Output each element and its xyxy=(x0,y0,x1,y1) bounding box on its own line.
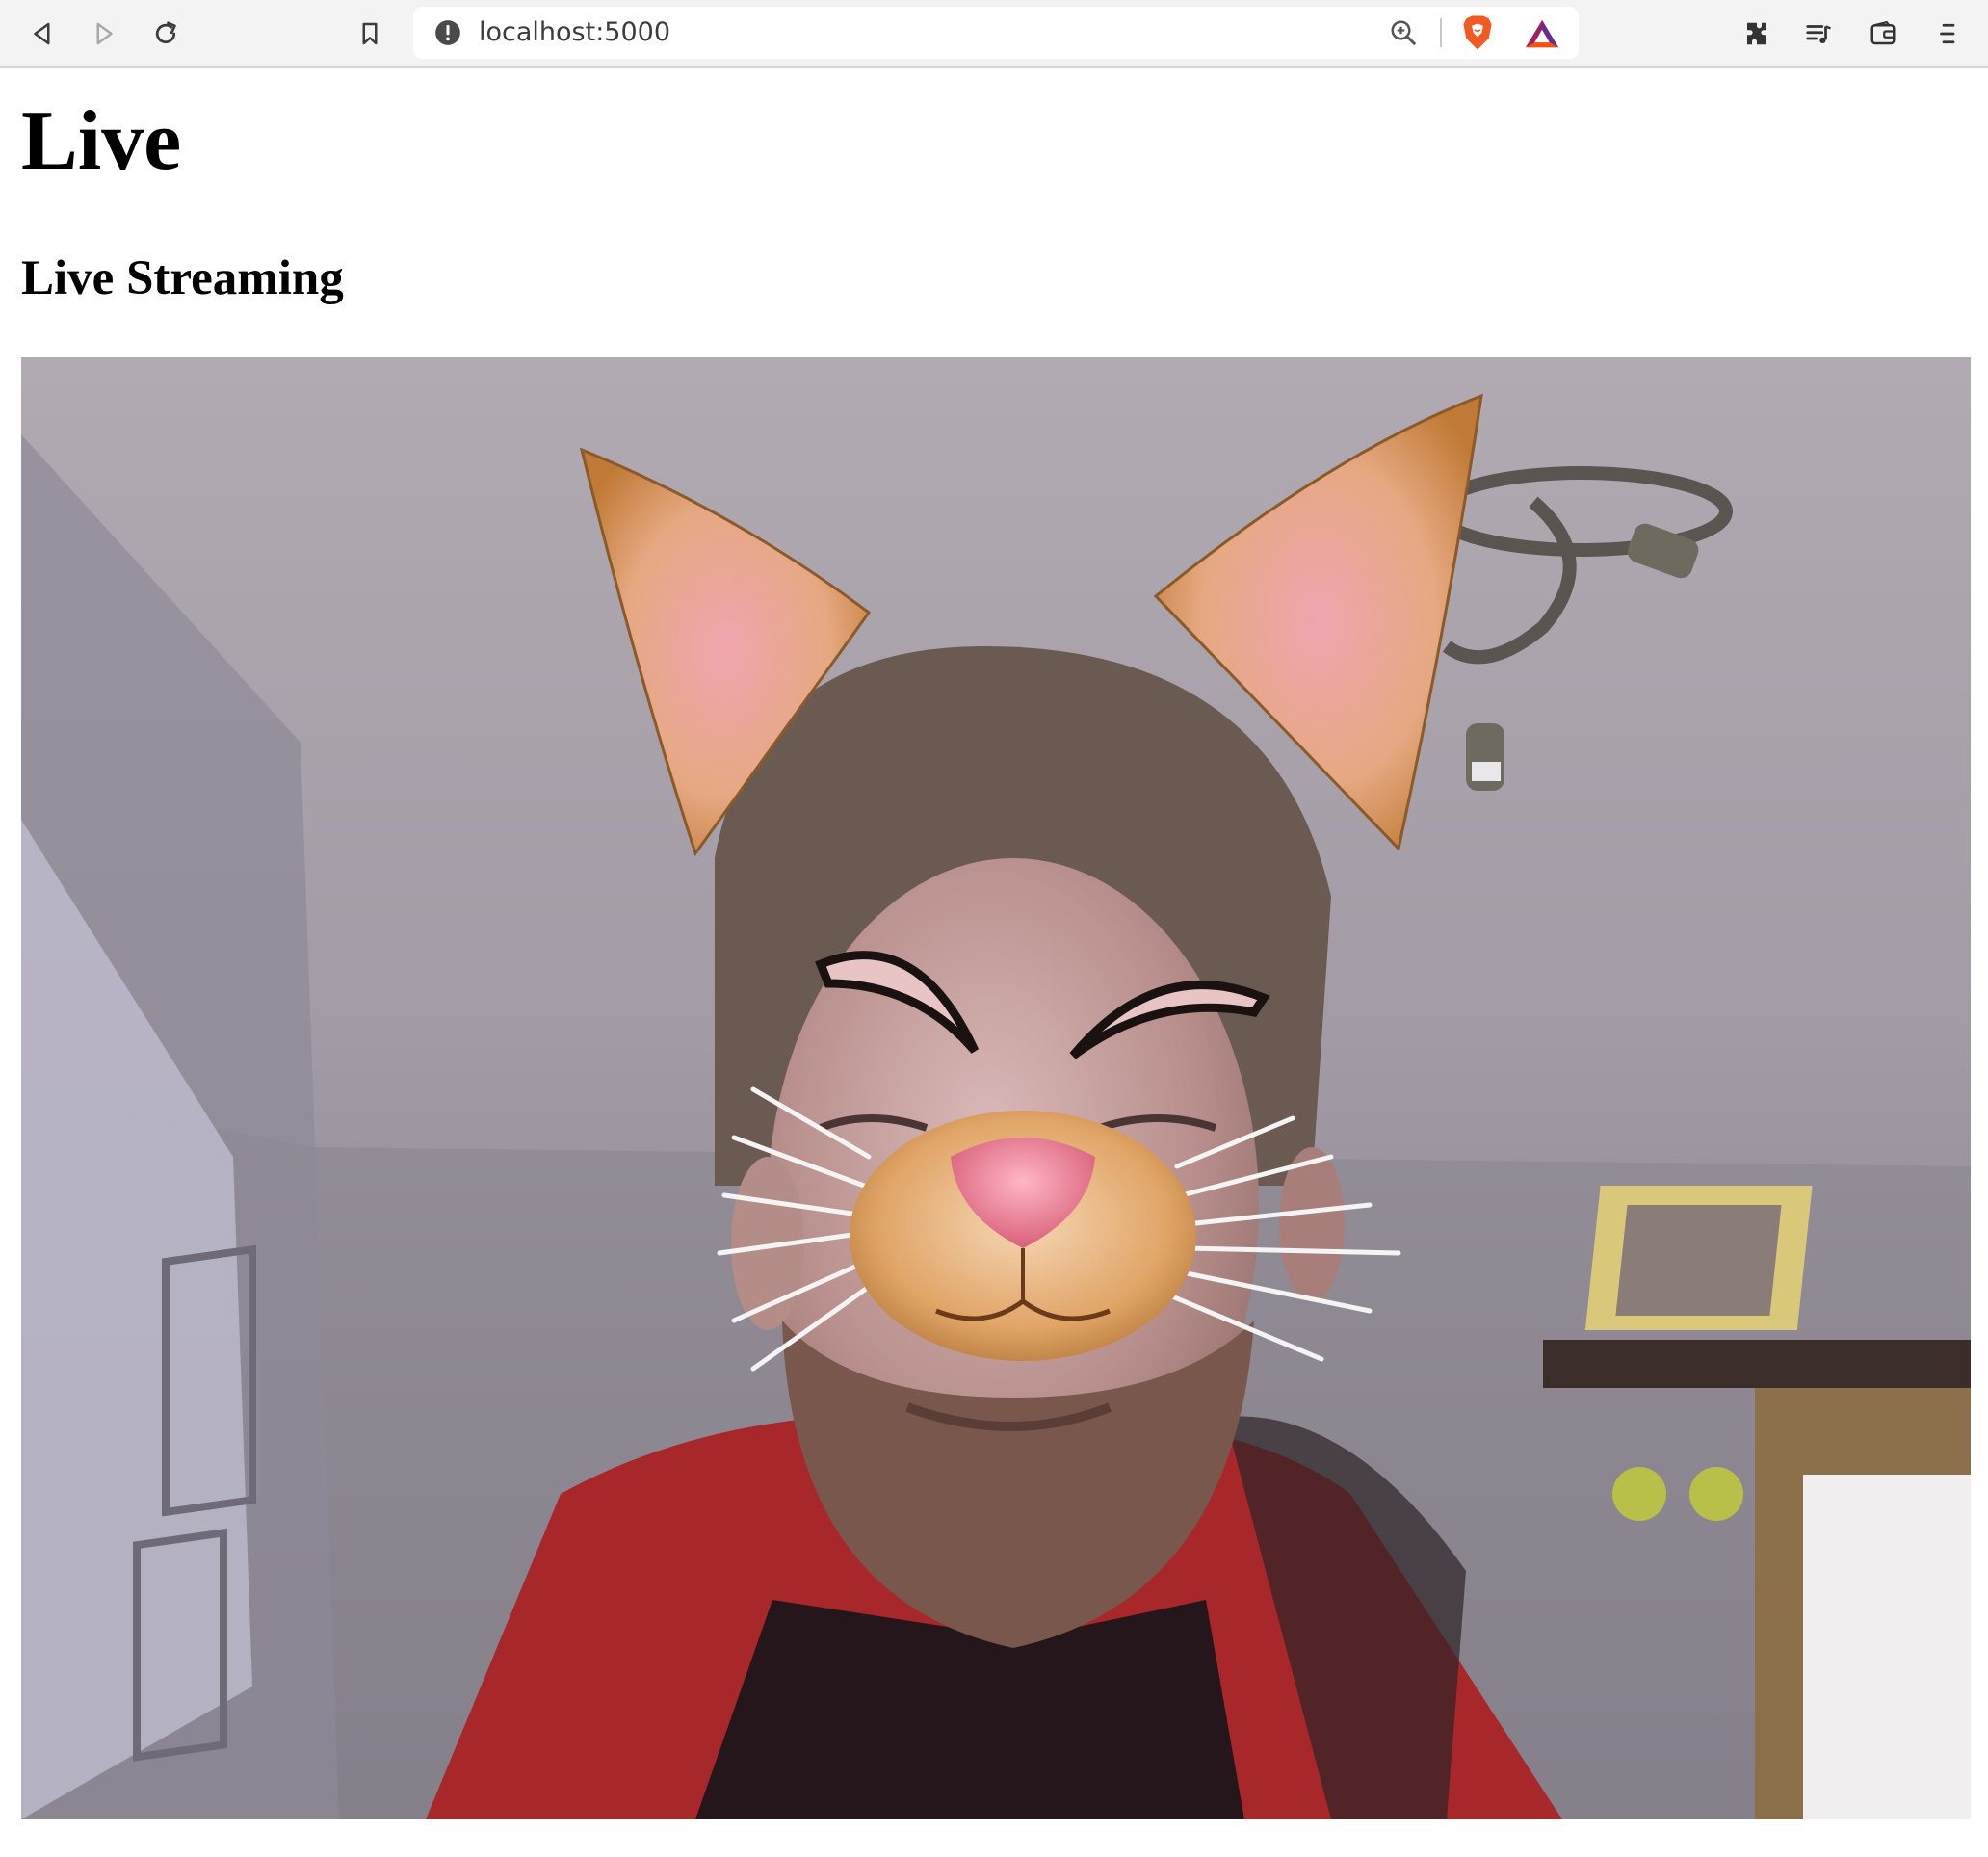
url-separator xyxy=(1440,18,1442,47)
playlist-button[interactable] xyxy=(1797,13,1840,55)
browser-toolbar: localhost:5000 xyxy=(0,0,1988,68)
forward-icon xyxy=(96,22,113,45)
live-video-stream xyxy=(21,357,1971,1819)
back-button[interactable] xyxy=(21,13,64,55)
extensions-button[interactable] xyxy=(1736,13,1778,55)
reload-icon xyxy=(155,21,176,44)
site-info-icon[interactable] xyxy=(434,19,461,46)
playlist-icon xyxy=(1806,25,1831,43)
wallet-button[interactable] xyxy=(1862,13,1904,55)
wallet-icon xyxy=(1870,20,1896,45)
brave-rewards-icon[interactable] xyxy=(1524,17,1560,50)
back-icon xyxy=(34,22,50,45)
reload-button[interactable] xyxy=(144,13,187,55)
menu-button[interactable] xyxy=(1927,13,1970,55)
brave-shields-icon[interactable] xyxy=(1460,14,1495,51)
address-bar[interactable]: localhost:5000 xyxy=(413,7,1579,59)
extensions-icon xyxy=(1747,22,1766,45)
menu-icon xyxy=(1940,23,1955,44)
page-subtitle: Live Streaming xyxy=(21,251,344,305)
bookmark-button[interactable] xyxy=(349,13,391,55)
url-text[interactable]: localhost:5000 xyxy=(479,7,670,59)
video-frame-image xyxy=(21,357,1971,1819)
page-title: Live xyxy=(21,94,182,188)
forward-button[interactable] xyxy=(83,13,125,55)
bookmark-icon xyxy=(362,22,378,45)
zoom-icon[interactable] xyxy=(1389,18,1418,47)
